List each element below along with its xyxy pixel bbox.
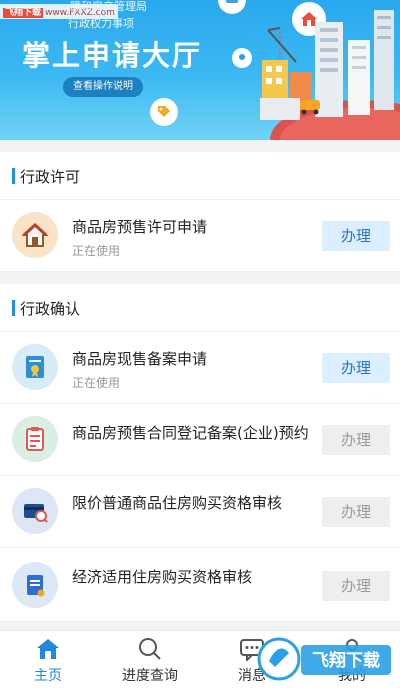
list-item[interactable]: 商品房预售许可申请 正在使用 办理 — [0, 200, 400, 272]
item-title: 商品房预售许可申请 — [72, 218, 208, 236]
watermark-logo-text: 飞翔下载 — [312, 650, 380, 671]
list-item[interactable]: 经济适用住房购买资格审核 办理 — [0, 548, 400, 622]
section-accent-bar — [12, 300, 15, 316]
document-icon — [12, 562, 58, 608]
item-title: 商品房预售合同登记备案(企业)预约 — [72, 424, 309, 442]
watermark-logo: 飞翔下载 — [257, 637, 391, 681]
clipboard-icon — [12, 416, 58, 462]
section-title: 行政许可 — [20, 168, 81, 186]
agency-subtitle: 行政权力事项 — [68, 17, 134, 30]
house-icon — [12, 212, 58, 258]
list-item[interactable]: 商品房现售备案申请 正在使用 办理 — [0, 332, 400, 404]
section-header-confirmation: 行政确认 — [0, 284, 400, 332]
tag-bubble-icon — [150, 98, 178, 126]
apply-button[interactable]: 办理 — [322, 571, 390, 601]
tab-label: 进度查询 — [122, 668, 178, 684]
tab-progress[interactable]: 进度查询 — [110, 637, 190, 685]
city-illustration — [260, 10, 400, 140]
item-title: 经济适用住房购买资格审核 — [72, 568, 253, 586]
section-accent-bar — [12, 168, 15, 184]
tab-home[interactable]: 主页 — [8, 637, 88, 685]
apply-button[interactable]: 办理 — [322, 425, 390, 455]
home-icon — [37, 639, 59, 659]
item-status: 正在使用 — [72, 244, 121, 258]
item-title: 商品房现售备案申请 — [72, 350, 208, 368]
list-item[interactable]: 商品房预售合同登记备案(企业)预约 办理 — [0, 404, 400, 476]
hero-banner: 飞翔下载 www.FXXZ.com 障和房产管理局 行政权力事项 掌上申请大厅 查… — [0, 0, 400, 140]
certificate-icon — [12, 344, 58, 390]
apply-button[interactable]: 办理 — [322, 353, 390, 383]
list-item[interactable]: 限价普通商品住房购买资格审核 办理 — [0, 476, 400, 548]
card-search-icon — [12, 488, 58, 534]
section-title: 行政确认 — [20, 300, 81, 318]
section-header-permit: 行政许可 — [0, 152, 400, 200]
item-title: 限价普通商品住房购买资格审核 — [72, 494, 283, 512]
apply-button[interactable]: 办理 — [322, 221, 390, 251]
tab-label: 主页 — [34, 668, 62, 684]
apply-button[interactable]: 办理 — [322, 497, 390, 527]
item-status: 正在使用 — [72, 376, 121, 390]
page-title: 掌上申请大厅 — [22, 39, 203, 72]
view-guide-button[interactable]: 查看操作说明 — [63, 77, 143, 97]
search-icon — [139, 638, 161, 660]
agency-name: 障和房产管理局 — [70, 0, 147, 13]
